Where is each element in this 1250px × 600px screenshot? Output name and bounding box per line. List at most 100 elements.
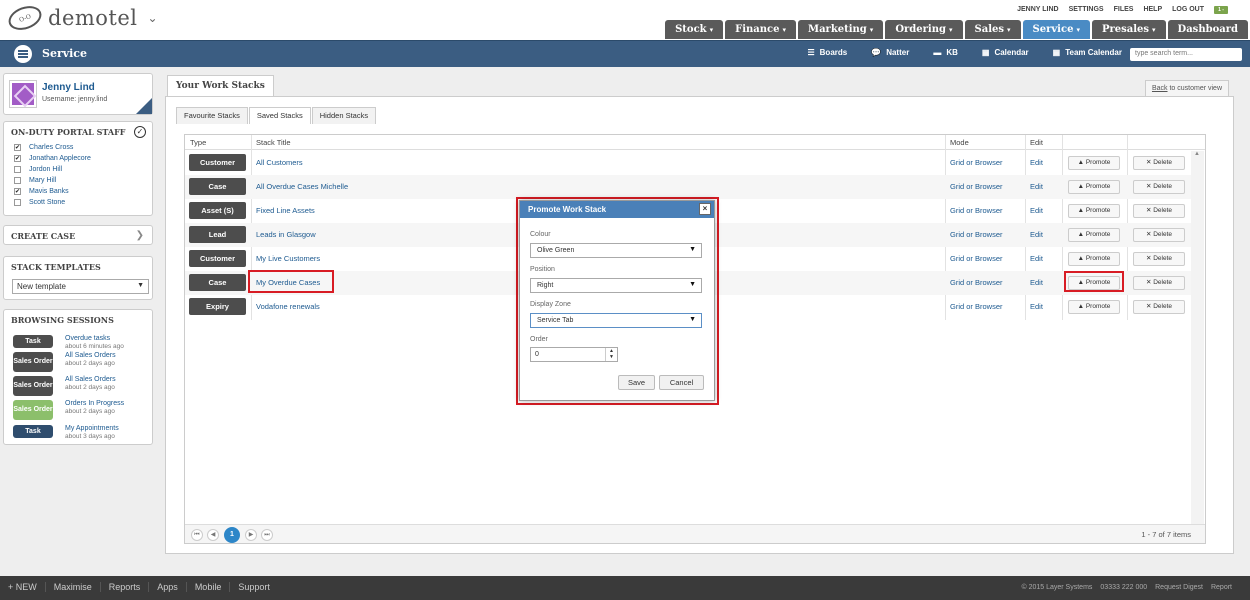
session-item[interactable]: Task Overdue tasks about 6 minutes ago [13,335,124,351]
promote-button[interactable]: ▲ Promote [1068,252,1120,266]
save-button[interactable]: Save [618,375,655,390]
corner-toggle-icon[interactable] [136,98,152,114]
support-link[interactable]: Support [230,582,278,592]
tab-ordering[interactable]: Ordering ▾ [885,20,963,39]
request-digest-link[interactable]: Request Digest [1155,584,1203,591]
tab-sales[interactable]: Sales ▾ [964,20,1021,39]
tab-dashboard[interactable]: Dashboard [1167,20,1248,39]
check-circle-icon[interactable]: ✓ [134,126,146,138]
tab-saved-stacks[interactable]: Saved Stacks [248,107,311,124]
promote-button[interactable]: ▲ Promote [1068,180,1120,194]
staff-checkbox[interactable]: ✔ [14,188,21,195]
stack-title-link[interactable]: Fixed Line Assets [256,206,315,215]
session-item[interactable]: Task My Appointments about 3 days ago [13,425,119,441]
mobile-link[interactable]: Mobile [187,582,231,592]
stepper-arrows-icon[interactable]: ▲ ▼ [605,348,617,361]
arrow-up-icon[interactable]: ▲ [1194,151,1200,157]
staff-checkbox[interactable] [14,166,21,173]
staff-name[interactable]: Jonathan Applecore [29,155,91,162]
order-stepper[interactable]: 0 ▲ ▼ [530,347,618,362]
top-link-logout[interactable]: LOG OUT [1172,6,1204,14]
delete-button[interactable]: ✕ Delete [1133,276,1185,290]
delete-button[interactable]: ✕ Delete [1133,180,1185,194]
cancel-button[interactable]: Cancel [659,375,704,390]
maximise-button[interactable]: Maximise [46,582,101,592]
stack-title-link[interactable]: Leads in Glasgow [256,230,316,239]
apps-link[interactable]: Apps [149,582,187,592]
tab-service[interactable]: Service ▾ [1022,20,1090,39]
language-flag-icon[interactable]: 1 - [1214,6,1228,14]
display-zone-select[interactable]: Service Tab ▼ [530,313,702,328]
edit-link[interactable]: Edit [1030,230,1043,239]
column-header-mode[interactable]: Mode [950,138,969,147]
staff-name[interactable]: Jordon Hill [29,166,62,173]
back-to-customer-button[interactable]: Back to customer view [1144,80,1229,97]
promote-button[interactable]: ▲ Promote [1068,204,1120,218]
stack-title-link[interactable]: Vodafone renewals [256,302,320,311]
stack-title-link[interactable]: All Overdue Cases Michelle [256,182,348,191]
delete-button[interactable]: ✕ Delete [1133,252,1185,266]
edit-link[interactable]: Edit [1030,158,1043,167]
mode-link[interactable]: Grid or Browser [950,206,1003,215]
column-header-type[interactable]: Type [190,138,206,147]
top-link-help[interactable]: HELP [1143,6,1162,14]
staff-checkbox[interactable]: ✔ [14,155,21,162]
promote-button[interactable]: ▲ Promote [1068,300,1120,314]
mode-link[interactable]: Grid or Browser [950,254,1003,263]
prev-page-button[interactable]: ◀ [207,529,219,541]
user-name[interactable]: Jenny Lind [42,82,95,93]
delete-button[interactable]: ✕ Delete [1133,204,1185,218]
first-page-button[interactable]: ⏮ [191,529,203,541]
chevron-down-icon[interactable]: ⌄ [148,11,158,25]
mode-link[interactable]: Grid or Browser [950,278,1003,287]
search-input[interactable]: type search term... [1130,48,1242,61]
session-title[interactable]: All Sales Orders [65,376,116,384]
kb-link[interactable]: ▬ KB [933,48,958,57]
new-button[interactable]: + NEW [8,582,46,592]
staff-checkbox[interactable] [14,177,21,184]
session-title[interactable]: My Appointments [65,425,119,433]
reports-link[interactable]: Reports [101,582,150,592]
column-header-title[interactable]: Stack Title [256,138,291,147]
team-calendar-link[interactable]: ▦ Team Calendar [1053,48,1122,57]
mode-link[interactable]: Grid or Browser [950,230,1003,239]
tab-stock[interactable]: Stock ▾ [665,20,724,39]
staff-name[interactable]: Charles Cross [29,144,73,151]
last-page-button[interactable]: ⏭ [261,529,273,541]
column-header-edit[interactable]: Edit [1030,138,1043,147]
next-page-button[interactable]: ▶ [245,529,257,541]
promote-button[interactable]: ▲ Promote [1068,228,1120,242]
top-link-settings[interactable]: SETTINGS [1069,6,1104,14]
colour-select[interactable]: Olive Green ▼ [530,243,702,258]
session-title[interactable]: Orders In Progress [65,400,124,408]
session-title[interactable]: All Sales Orders [65,352,116,360]
mode-link[interactable]: Grid or Browser [950,158,1003,167]
stack-title-link[interactable]: All Customers [256,158,303,167]
staff-checkbox[interactable]: ✔ [14,144,21,151]
stack-title-link[interactable]: My Live Customers [256,254,320,263]
session-title[interactable]: Overdue tasks [65,335,124,343]
tab-hidden-stacks[interactable]: Hidden Stacks [311,107,377,124]
natter-link[interactable]: 💬 Natter [871,48,909,57]
current-page-button[interactable]: 1 [224,527,240,543]
session-item[interactable]: Sales Order All Sales Orders about 2 days… [13,352,116,372]
delete-button[interactable]: ✕ Delete [1133,156,1185,170]
session-item[interactable]: Sales Order All Sales Orders about 2 days… [13,376,116,396]
staff-name[interactable]: Mary Hill [29,177,56,184]
logo[interactable]: O-O demotel ⌄ [5,1,158,35]
delete-button[interactable]: ✕ Delete [1133,300,1185,314]
create-case-panel[interactable]: CREATE CASE ❯ [3,225,153,245]
edit-link[interactable]: Edit [1030,302,1043,311]
report-link[interactable]: Report [1211,584,1232,591]
close-icon[interactable]: × [699,203,711,215]
session-item[interactable]: Sales Order Orders In Progress about 2 da… [13,400,124,420]
tab-presales[interactable]: Presales ▾ [1091,20,1166,39]
top-link-user[interactable]: JENNY LIND [1017,6,1059,14]
grid-scrollbar[interactable]: ▲ [1191,151,1204,526]
staff-checkbox[interactable] [14,199,21,206]
tab-favourite-stacks[interactable]: Favourite Stacks [176,107,248,124]
position-select[interactable]: Right ▼ [530,278,702,293]
avatar[interactable] [9,80,37,108]
mode-link[interactable]: Grid or Browser [950,302,1003,311]
edit-link[interactable]: Edit [1030,206,1043,215]
